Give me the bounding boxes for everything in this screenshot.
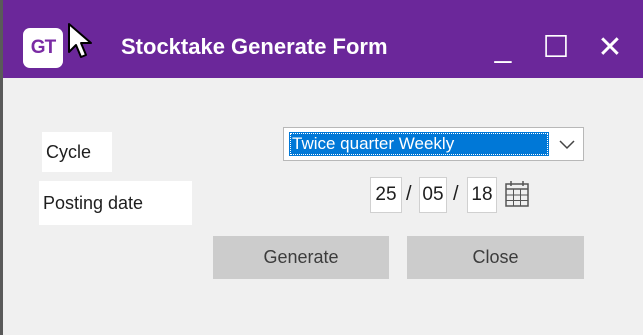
date-separator: / — [406, 183, 412, 205]
window-title: Stocktake Generate Form — [121, 34, 388, 59]
mouse-pointer-icon — [68, 23, 92, 58]
close-button[interactable]: Close — [407, 236, 584, 279]
close-icon: ✕ — [597, 31, 623, 64]
minimize-button[interactable]: _ — [481, 28, 525, 68]
maximize-button[interactable]: ☐ — [534, 28, 578, 68]
chevron-down-icon[interactable] — [557, 134, 577, 154]
minimize-icon: _ — [494, 31, 512, 64]
posting-date-month[interactable]: 05 — [419, 177, 447, 213]
generate-button[interactable]: Generate — [213, 236, 389, 279]
maximize-icon: ☐ — [542, 31, 570, 64]
posting-date-day[interactable]: 25 — [370, 177, 402, 213]
title-bar[interactable]: GT Stocktake Generate Form _ ☐ ✕ — [3, 0, 643, 78]
cycle-selected-value: Twice quarter Weekly — [289, 132, 549, 156]
posting-date-year[interactable]: 18 — [467, 177, 497, 213]
posting-date-label: Posting date — [39, 181, 192, 225]
app-logo: GT — [23, 28, 63, 68]
cycle-select[interactable]: Twice quarter Weekly — [283, 127, 584, 161]
stocktake-generate-window: GT Stocktake Generate Form _ ☐ ✕ Cycle T… — [0, 0, 643, 335]
calendar-icon[interactable] — [503, 178, 531, 210]
date-separator: / — [453, 183, 459, 205]
cycle-label: Cycle — [42, 132, 112, 172]
close-window-button[interactable]: ✕ — [588, 28, 632, 68]
logo-text: GT — [30, 37, 56, 58]
